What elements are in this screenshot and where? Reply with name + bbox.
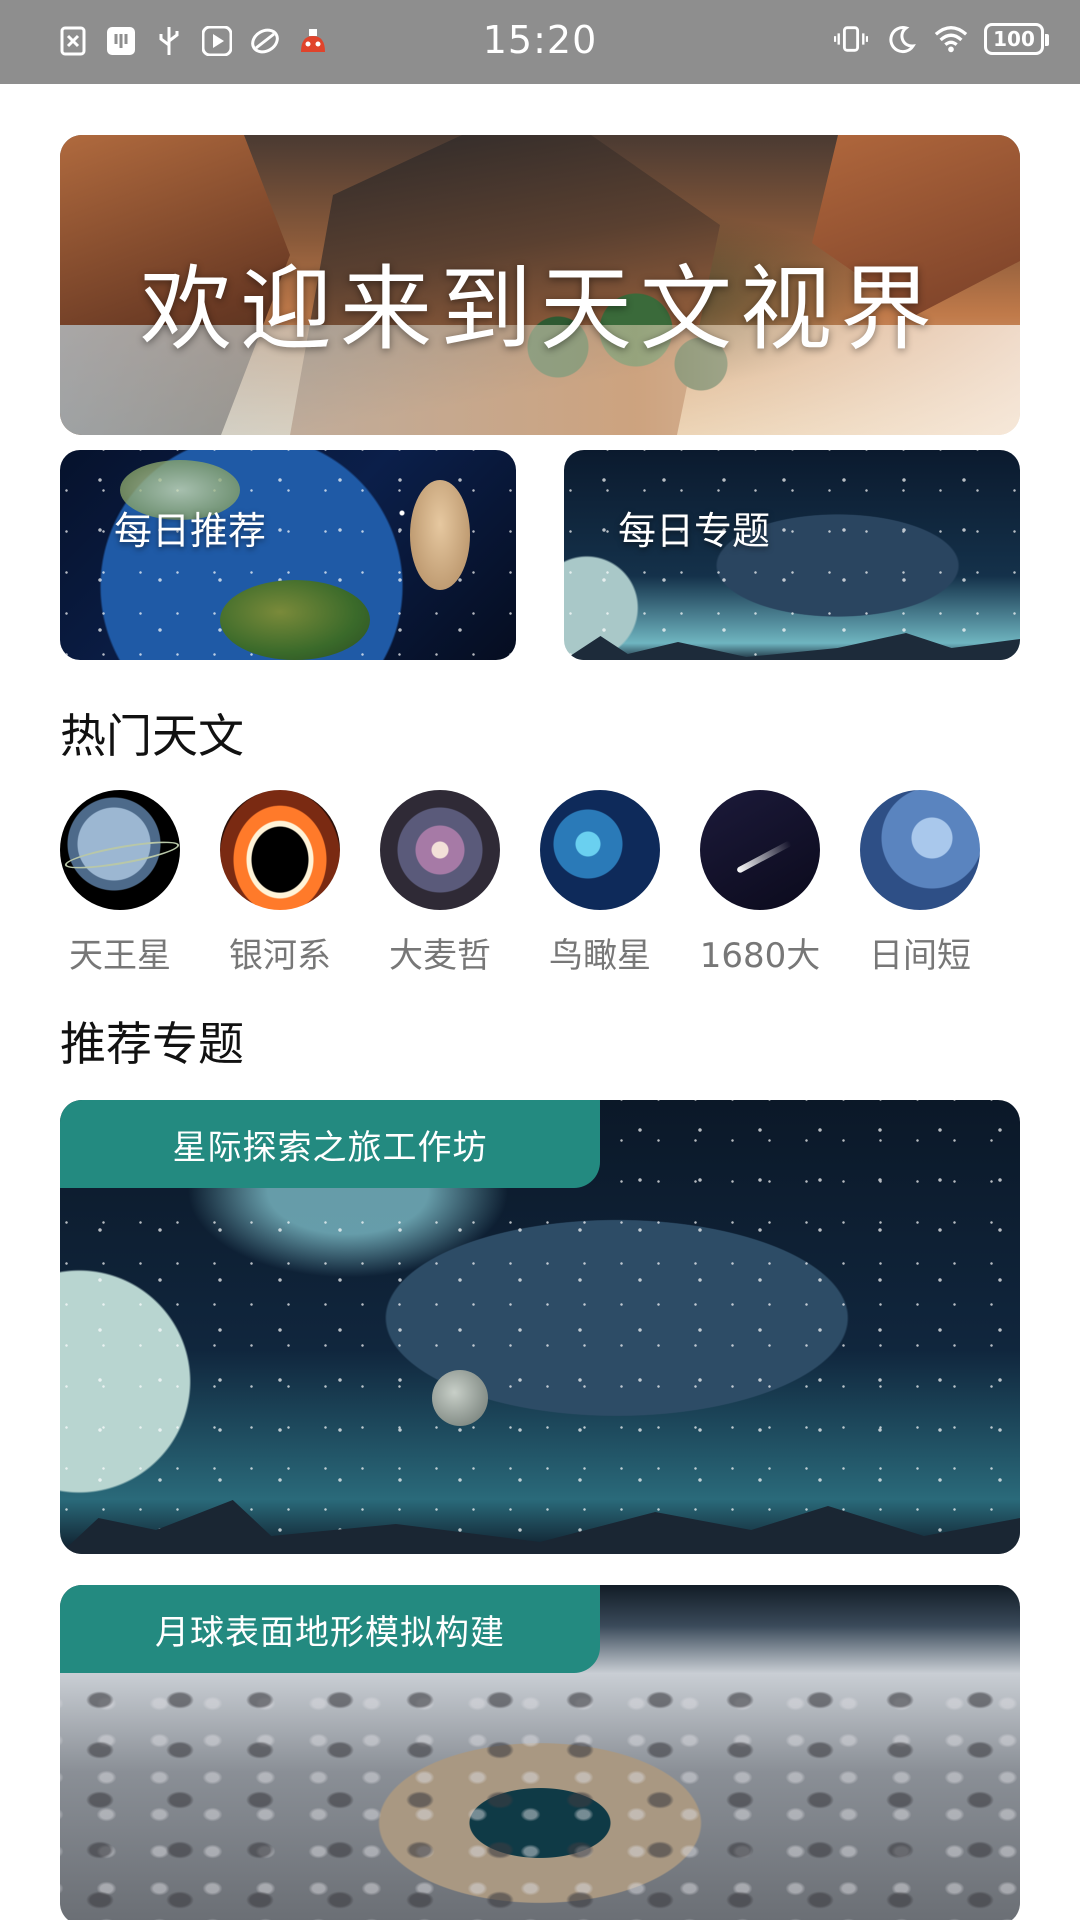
- vibrate-icon: [834, 22, 868, 56]
- comet-avatar: [700, 790, 820, 910]
- daily-topic-label: 每日专题: [618, 509, 771, 553]
- battery-icon: 100: [984, 23, 1049, 55]
- banner-title: 欢迎来到天文视界: [139, 256, 940, 363]
- topic-card-interstellar[interactable]: 星际探索之旅工作坊: [60, 1100, 1020, 1554]
- recommended-topics-title: 推荐专题: [60, 1017, 244, 1071]
- hot-item-label: 天王星: [69, 936, 171, 976]
- topic-tag: 星际探索之旅工作坊: [60, 1100, 600, 1188]
- black-hole-avatar: [220, 790, 340, 910]
- hot-item-label: 1680大: [699, 936, 821, 976]
- hot-item-uranus[interactable]: 天王星: [60, 790, 180, 977]
- status-bar: 15:20 100: [0, 0, 1080, 84]
- milky-way-avatar: [860, 790, 980, 910]
- hot-item-label: 鸟瞰星: [549, 936, 651, 976]
- daily-recommend-label: 每日推荐: [114, 509, 267, 553]
- moon-image: [432, 1370, 488, 1426]
- hot-item-label: 银河系: [229, 936, 331, 976]
- topic-tag: 月球表面地形模拟构建: [60, 1585, 600, 1673]
- hot-item-magellanic[interactable]: 大麦哲: [380, 790, 500, 977]
- uranus-avatar: [60, 790, 180, 910]
- nebula-avatar: [540, 790, 660, 910]
- daily-recommend-card[interactable]: 每日推荐: [60, 450, 516, 660]
- spiral-galaxy-avatar: [380, 790, 500, 910]
- status-right-icons: 100: [834, 22, 1049, 56]
- daily-topic-card[interactable]: 每日专题: [564, 450, 1020, 660]
- topic-card-lunar-terrain[interactable]: 月球表面地形模拟构建: [60, 1585, 1020, 1920]
- moon-icon: [884, 22, 918, 56]
- hot-item-label: 大麦哲: [389, 936, 491, 976]
- hot-item-bird-star[interactable]: 鸟瞰星: [540, 790, 660, 977]
- hot-item-milky-way[interactable]: 银河系: [220, 790, 340, 977]
- hot-item-label: 日间短: [869, 936, 971, 976]
- hot-astronomy-list: 天王星 银河系 大麦哲 鸟瞰星 1680大 日间短: [60, 790, 1020, 980]
- welcome-banner[interactable]: 欢迎来到天文视界: [60, 135, 1020, 435]
- hot-item-1680[interactable]: 1680大: [700, 790, 820, 977]
- wifi-icon: [934, 22, 968, 56]
- hot-item-daytime[interactable]: 日间短: [860, 790, 980, 977]
- hot-astronomy-title: 热门天文: [60, 709, 244, 763]
